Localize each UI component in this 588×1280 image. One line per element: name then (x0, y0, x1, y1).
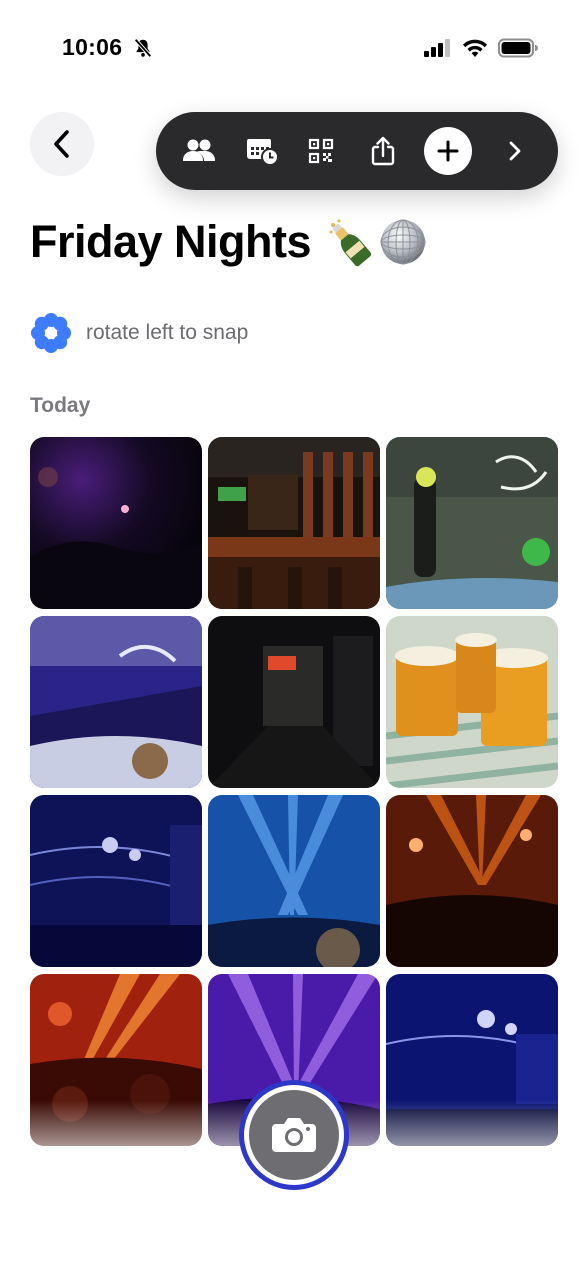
photo-thumbnail[interactable] (30, 795, 202, 967)
photo-thumbnail[interactable] (30, 974, 202, 1146)
add-button[interactable] (424, 127, 472, 175)
photo-thumbnail[interactable] (386, 795, 558, 967)
camera-button-inner (249, 1090, 339, 1180)
album-toolbar (156, 112, 558, 190)
snap-hint: rotate left to snap (30, 312, 248, 354)
photo-thumbnail[interactable] (208, 795, 380, 967)
more-button[interactable] (494, 130, 536, 172)
status-icons (424, 38, 538, 58)
photo-thumbnail[interactable] (30, 437, 202, 609)
page-title: Friday Nights (30, 216, 427, 268)
photo-thumbnail[interactable] (208, 437, 380, 609)
snap-hint-text: rotate left to snap (86, 321, 249, 344)
section-label-today: Today (30, 394, 91, 417)
disco-ball-icon (380, 219, 426, 265)
schedule-button[interactable] (241, 130, 283, 172)
status-bar: 10:06 (0, 0, 588, 96)
battery-icon (498, 38, 538, 58)
calendar-clock-icon (247, 139, 279, 166)
plus-icon (437, 140, 459, 162)
chevron-right-icon (509, 141, 521, 161)
qr-code-button[interactable] (300, 130, 342, 172)
share-button[interactable] (362, 130, 404, 172)
title-emoji (325, 217, 427, 267)
cellular-signal-icon (424, 39, 450, 57)
photo-thumbnail[interactable] (386, 437, 558, 609)
chevron-left-icon (54, 130, 69, 158)
share-icon (371, 136, 395, 166)
photo-grid (30, 437, 558, 1146)
camera-icon (272, 1118, 316, 1152)
wifi-icon (463, 39, 487, 57)
people-icon (183, 139, 215, 161)
photo-thumbnail[interactable] (30, 616, 202, 788)
bell-slash-icon (134, 38, 152, 58)
champagne-bottle-icon (329, 219, 372, 267)
members-button[interactable] (178, 130, 220, 172)
camera-button[interactable] (239, 1080, 349, 1190)
photo-thumbnail[interactable] (386, 974, 558, 1146)
photo-thumbnail[interactable] (208, 616, 380, 788)
album-title: Friday Nights (30, 216, 312, 267)
back-button[interactable] (30, 112, 94, 176)
flower-snap-icon (31, 313, 71, 353)
status-time: 10:06 (62, 34, 123, 60)
qr-code-icon (308, 138, 334, 164)
photo-thumbnail[interactable] (386, 616, 558, 788)
